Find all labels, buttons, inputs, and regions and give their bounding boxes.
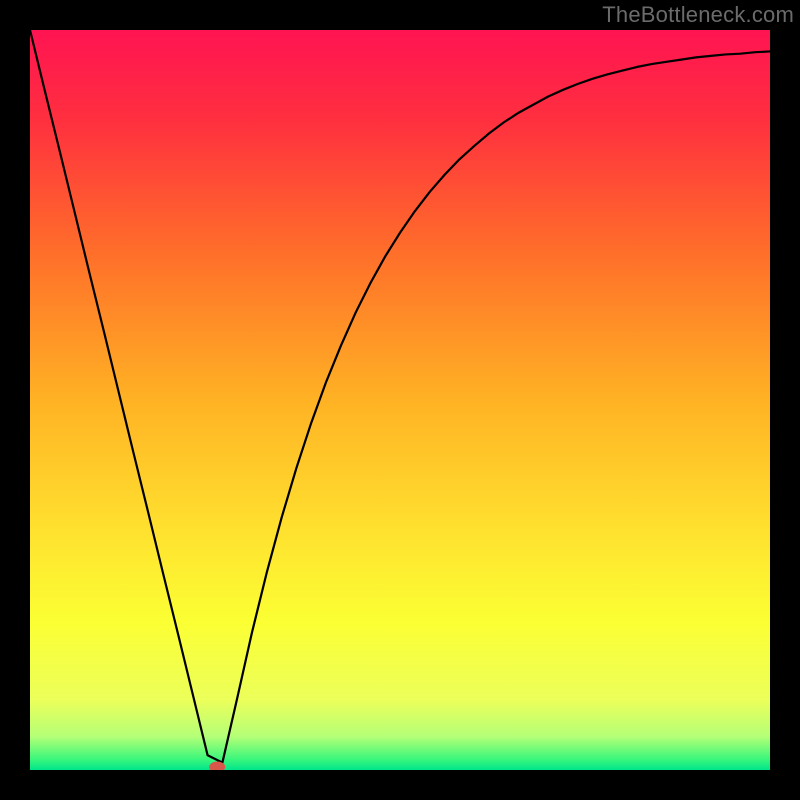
chart-svg: [30, 30, 770, 770]
chart-frame: TheBottleneck.com: [0, 0, 800, 800]
gradient-background: [30, 30, 770, 770]
plot-area: [30, 30, 770, 770]
watermark-text: TheBottleneck.com: [602, 2, 794, 28]
